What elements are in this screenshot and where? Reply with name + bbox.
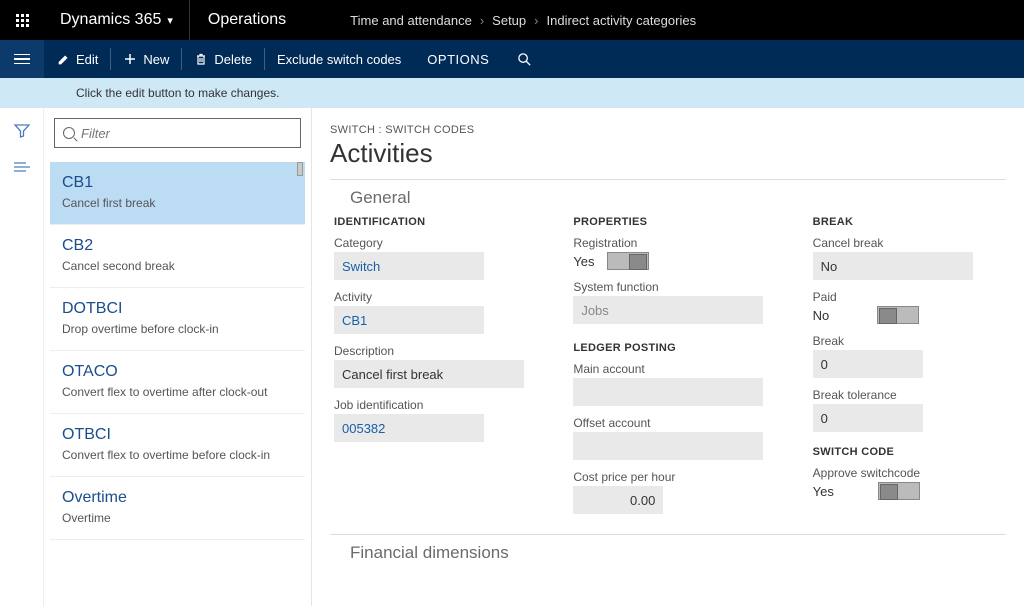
cost-price-field[interactable]: 0.00 — [573, 486, 663, 514]
scrollbar-thumb[interactable] — [297, 162, 303, 176]
group-label: IDENTIFICATION — [334, 216, 527, 228]
registration-toggle[interactable] — [607, 252, 649, 270]
group-label: BREAK — [813, 216, 1006, 228]
cancel-break-field[interactable]: No — [813, 252, 973, 280]
detail-pane: SWITCH : SWITCH CODES Activities General… — [312, 108, 1024, 606]
field-label: Break tolerance — [813, 388, 1006, 402]
page-title: Activities — [330, 138, 1006, 169]
list-item-code: OTBCI — [62, 426, 293, 444]
list-item[interactable]: OTACO Convert flex to overtime after clo… — [50, 351, 305, 414]
list-item-code: CB1 — [62, 174, 293, 192]
field-label: Description — [334, 344, 527, 358]
break-tolerance-field[interactable]: 0 — [813, 404, 923, 432]
list-item[interactable]: OTBCI Convert flex to overtime before cl… — [50, 414, 305, 477]
breadcrumb-item[interactable]: Indirect activity categories — [547, 13, 697, 28]
chevron-right-icon: › — [480, 13, 484, 28]
command-bar: Edit New Delete Exclude switch codes OPT… — [0, 40, 1024, 78]
list-item-code: OTACO — [62, 363, 293, 381]
group-label: SWITCH CODE — [813, 446, 1006, 458]
offset-account-field[interactable] — [573, 432, 763, 460]
jobid-field[interactable]: 005382 — [334, 414, 484, 442]
category-field[interactable]: Switch — [334, 252, 484, 280]
list-item-code: Overtime — [62, 489, 293, 507]
paid-toggle[interactable] — [877, 306, 919, 324]
field-label: Paid — [813, 290, 1006, 304]
divider — [330, 179, 1006, 180]
approve-switchcode-toggle[interactable] — [878, 482, 920, 500]
list-pane: CB1 Cancel first break CB2 Cancel second… — [44, 108, 312, 606]
options-button[interactable]: OPTIONS — [413, 40, 503, 78]
brand-dropdown[interactable]: Dynamics 365 ▾ — [44, 0, 189, 40]
registration-value: Yes — [573, 254, 594, 269]
list-item[interactable]: CB1 Cancel first break — [50, 162, 305, 225]
list-item-desc: Convert flex to overtime before clock-in — [62, 448, 293, 462]
list-item-desc: Overtime — [62, 511, 293, 525]
page-overline: SWITCH : SWITCH CODES — [330, 124, 1006, 136]
field-label: Activity — [334, 290, 527, 304]
module-label[interactable]: Operations — [190, 0, 304, 40]
section-header[interactable]: General — [350, 188, 1006, 208]
activity-field[interactable]: CB1 — [334, 306, 484, 334]
field-label: Break — [813, 334, 1006, 348]
trash-icon — [194, 52, 208, 66]
list-item[interactable]: CB2 Cancel second break — [50, 225, 305, 288]
system-function-field: Jobs — [573, 296, 763, 324]
divider — [330, 534, 1006, 535]
funnel-icon[interactable] — [13, 122, 31, 140]
new-button[interactable]: New — [111, 40, 181, 78]
search-icon — [63, 127, 75, 139]
group-label: PROPERTIES — [573, 216, 766, 228]
field-label: Approve switchcode — [813, 466, 1006, 480]
top-bar: Dynamics 365 ▾ Operations Time and atten… — [0, 0, 1024, 40]
field-label: Cancel break — [813, 236, 1006, 250]
chevron-right-icon: › — [534, 13, 538, 28]
list-item-desc: Drop overtime before clock-in — [62, 322, 293, 336]
group-label: LEDGER POSTING — [573, 342, 766, 354]
approve-switchcode-value: Yes — [813, 484, 834, 499]
list-item[interactable]: Overtime Overtime — [50, 477, 305, 540]
search-button[interactable] — [503, 40, 546, 78]
activity-list: CB1 Cancel first break CB2 Cancel second… — [50, 162, 305, 540]
description-field[interactable]: Cancel first break — [334, 360, 524, 388]
field-label: System function — [573, 280, 766, 294]
edit-button[interactable]: Edit — [44, 40, 110, 78]
breadcrumb-item[interactable]: Setup — [492, 13, 526, 28]
field-label: Registration — [573, 236, 766, 250]
related-info-icon[interactable] — [13, 158, 31, 176]
field-label: Main account — [573, 362, 766, 376]
left-rail — [0, 108, 44, 606]
app-launcher-icon[interactable] — [0, 0, 44, 40]
filter-input[interactable] — [54, 118, 301, 148]
break-field[interactable]: 0 — [813, 350, 923, 378]
break-column: BREAK Cancel break No Paid No Break 0 — [813, 216, 1006, 524]
field-label: Offset account — [573, 416, 766, 430]
pencil-icon — [56, 52, 70, 66]
breadcrumb: Time and attendance › Setup › Indirect a… — [334, 0, 712, 40]
chevron-down-icon: ▾ — [167, 14, 173, 27]
main-account-field[interactable] — [573, 378, 763, 406]
main-content: CB1 Cancel first break CB2 Cancel second… — [0, 108, 1024, 606]
section-header[interactable]: Financial dimensions — [350, 543, 1006, 563]
paid-value: No — [813, 308, 830, 323]
list-item-desc: Convert flex to overtime after clock-out — [62, 385, 293, 399]
filter-field[interactable] — [81, 126, 292, 141]
identification-column: IDENTIFICATION Category Switch Activity … — [334, 216, 527, 524]
field-label: Category — [334, 236, 527, 250]
list-item-code: DOTBCI — [62, 300, 293, 318]
field-label: Job identification — [334, 398, 527, 412]
list-item-code: CB2 — [62, 237, 293, 255]
plus-icon — [123, 52, 137, 66]
message-bar: Click the edit button to make changes. — [0, 78, 1024, 108]
brand-label: Dynamics 365 — [60, 11, 161, 29]
exclude-switch-codes-button[interactable]: Exclude switch codes — [265, 40, 413, 78]
list-item-desc: Cancel first break — [62, 196, 293, 210]
properties-column: PROPERTIES Registration Yes System funct… — [573, 216, 766, 524]
message-text: Click the edit button to make changes. — [76, 86, 279, 100]
list-item-desc: Cancel second break — [62, 259, 293, 273]
breadcrumb-item[interactable]: Time and attendance — [350, 13, 472, 28]
delete-button[interactable]: Delete — [182, 40, 264, 78]
list-item[interactable]: DOTBCI Drop overtime before clock-in — [50, 288, 305, 351]
nav-toggle-button[interactable] — [0, 40, 44, 78]
field-label: Cost price per hour — [573, 470, 766, 484]
